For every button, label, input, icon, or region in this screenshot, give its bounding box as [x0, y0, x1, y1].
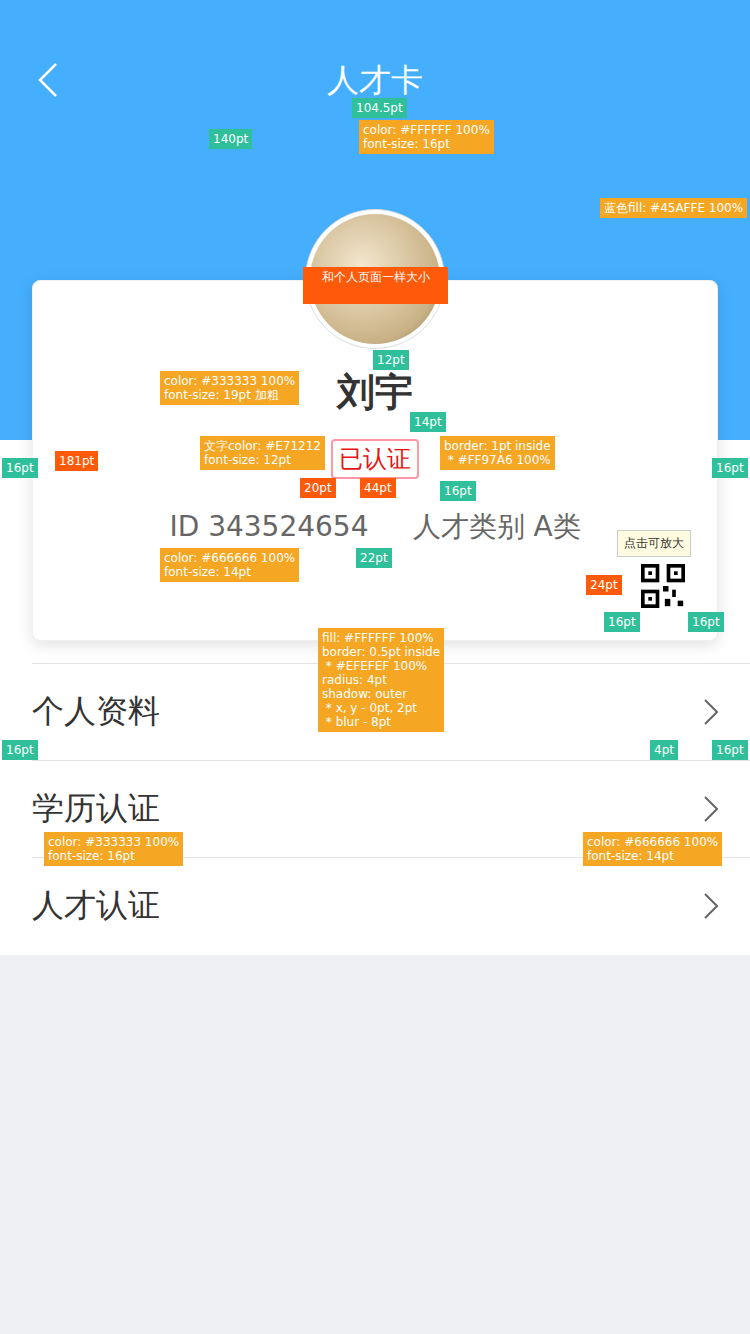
verified-badge: 已认证 [331, 439, 419, 479]
annotation-label: 4pt [650, 740, 678, 760]
annotation-label: 蓝色fill: #45AFFE 100% [600, 198, 747, 218]
annotation-label: 140pt [209, 129, 252, 149]
user-id: ID 343524654 [169, 509, 368, 545]
annotation-label: fill: #FFFFFF 100%border: 0.5pt inside *… [318, 628, 444, 732]
user-name: 刘宇 [337, 371, 413, 413]
annotation-label: 和个人页面一样大小 [303, 267, 448, 304]
annotation-label: 文字color: #E71212font-size: 12pt [200, 436, 325, 470]
back-arrow-icon[interactable] [38, 62, 58, 98]
menu-row[interactable]: 人才认证 [32, 857, 750, 954]
annotation-label: 16pt [2, 740, 38, 760]
annotation-label: 104.5pt [352, 98, 407, 118]
annotation-label: 12pt [373, 350, 409, 370]
qr-tooltip: 点击可放大 [617, 530, 691, 557]
chevron-right-icon [704, 893, 718, 919]
menu-label: 学历认证 [32, 787, 160, 831]
talent-category: 人才类别 A类 [413, 509, 581, 545]
chevron-right-icon [704, 796, 718, 822]
annotation-label: 22pt [356, 548, 392, 568]
annotation-label: 14pt [410, 412, 446, 432]
annotation-label: 16pt [2, 458, 38, 478]
chevron-right-icon [704, 699, 718, 725]
annotation-label: 16pt [440, 481, 476, 501]
annotation-label: color: #666666 100%font-size: 14pt [583, 832, 722, 866]
page-title: 人才卡 [327, 60, 423, 100]
annotation-label: color: #333333 100%font-size: 16pt [44, 832, 183, 866]
annotation-label: 16pt [712, 458, 748, 478]
annotation-label: 44pt [360, 478, 396, 498]
annotation-label: border: 1pt inside * #FF97A6 100% [440, 436, 555, 470]
nav-bar: 人才卡 [0, 0, 750, 100]
menu-label: 人才认证 [32, 884, 160, 928]
info-row: ID 343524654 人才类别 A类 [169, 509, 580, 545]
talent-card-page: 人才卡刘宇已认证 ID 343524654 人才类别 A类点击可放大个人资料学历认证… [0, 0, 750, 1334]
annotation-label: 20pt [300, 478, 336, 498]
annotation-label: color: #FFFFFF 100%font-size: 16pt [359, 120, 494, 154]
annotation-label: color: #666666 100%font-size: 14pt [160, 548, 299, 582]
annotation-label: 16pt [688, 612, 724, 632]
annotation-label: 16pt [712, 740, 748, 760]
annotation-label: 181pt [55, 451, 98, 471]
qr-code-icon[interactable] [641, 564, 685, 608]
menu-label: 个人资料 [32, 690, 160, 734]
annotation-label: 24pt [586, 575, 622, 595]
annotation-label: 16pt [604, 612, 640, 632]
annotation-label: color: #333333 100%font-size: 19pt 加粗 [160, 371, 299, 405]
